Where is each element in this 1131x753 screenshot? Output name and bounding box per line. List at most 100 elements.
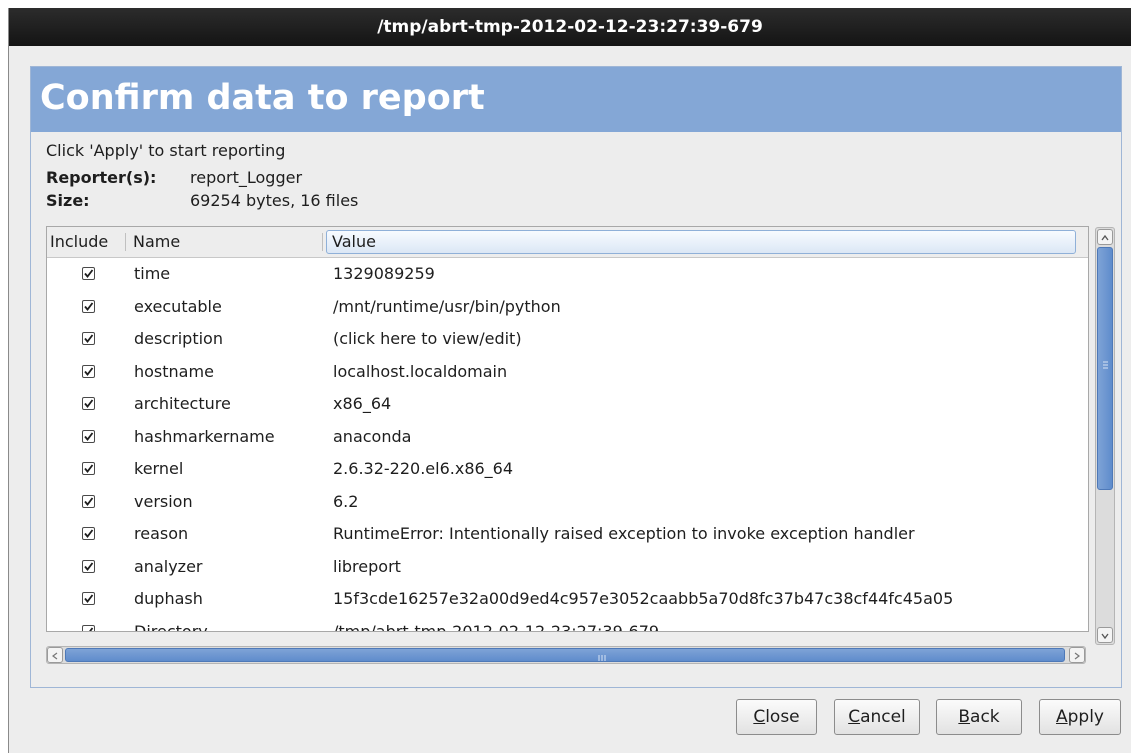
cancel-label: ancel xyxy=(860,707,906,727)
horizontal-scrollbar[interactable] xyxy=(46,646,1086,664)
data-table: Include Name Value time 1329089259 executa… xyxy=(46,226,1089,632)
cell-name: kernel xyxy=(134,459,184,478)
cell-name: architecture xyxy=(134,394,231,413)
table-row[interactable]: duphash 15f3cde16257e32a00d9ed4c957e3052c… xyxy=(47,583,1088,615)
back-button[interactable]: Back xyxy=(936,699,1022,735)
cell-name: time xyxy=(134,264,171,283)
checkmark-icon xyxy=(84,334,94,343)
cell-value[interactable]: 1329089259 xyxy=(333,258,435,290)
cell-value[interactable]: anaconda xyxy=(333,421,411,453)
content-frame: Confirm data to report Click 'Apply' to … xyxy=(30,66,1122,688)
table-row[interactable]: hostname localhost.localdomain xyxy=(47,356,1088,388)
scroll-right-button[interactable] xyxy=(1069,647,1085,663)
include-checkbox[interactable] xyxy=(82,625,95,631)
cell-value[interactable]: 2.6.32-220.el6.x86_64 xyxy=(333,453,513,485)
include-checkbox[interactable] xyxy=(82,560,95,573)
cell-value[interactable]: /tmp/abrt-tmp-2012-02-12-23:27:39-679 xyxy=(333,616,659,631)
cell-name: analyzer xyxy=(134,557,203,576)
include-checkbox[interactable] xyxy=(82,300,95,313)
close-button[interactable]: Close xyxy=(736,699,817,735)
checkmark-icon xyxy=(84,432,94,441)
close-mnemonic: C xyxy=(753,707,766,727)
cell-value[interactable]: (click here to view/edit) xyxy=(333,323,522,355)
cancel-button[interactable]: Cancel xyxy=(834,699,920,735)
include-checkbox[interactable] xyxy=(82,592,95,605)
column-divider xyxy=(322,233,323,251)
cell-name: hashmarkername xyxy=(134,427,275,446)
column-header-name[interactable]: Name xyxy=(133,227,180,257)
checkmark-icon xyxy=(84,269,94,278)
include-checkbox[interactable] xyxy=(82,527,95,540)
checkmark-icon xyxy=(84,497,94,506)
horizontal-scroll-thumb[interactable] xyxy=(65,648,1065,662)
close-label: lose xyxy=(765,707,800,727)
scroll-up-button[interactable] xyxy=(1097,229,1113,245)
cell-name: Directory xyxy=(134,622,208,632)
page-title: Confirm data to report xyxy=(31,67,1121,132)
size-label: Size: xyxy=(46,191,90,210)
dialog-window: /tmp/abrt-tmp-2012-02-12-23:27:39-679 Co… xyxy=(8,8,1131,753)
cell-name: hostname xyxy=(134,362,214,381)
chevron-down-icon xyxy=(1101,633,1109,640)
table-header: Include Name Value xyxy=(47,227,1088,258)
column-header-value[interactable]: Value xyxy=(326,230,1076,254)
instruction-text: Click 'Apply' to start reporting xyxy=(46,141,286,160)
cell-name: executable xyxy=(134,297,222,316)
vertical-scroll-thumb[interactable] xyxy=(1097,247,1113,490)
reporters-value: report_Logger xyxy=(190,168,303,187)
cell-value[interactable]: /mnt/runtime/usr/bin/python xyxy=(333,291,561,323)
include-checkbox[interactable] xyxy=(82,495,95,508)
window-title: /tmp/abrt-tmp-2012-02-12-23:27:39-679 xyxy=(377,17,763,37)
vertical-scrollbar[interactable] xyxy=(1095,227,1115,645)
table-row[interactable]: time 1329089259 xyxy=(47,258,1088,290)
chevron-left-icon xyxy=(52,652,58,660)
cell-name: description xyxy=(134,329,223,348)
table-row[interactable]: description (click here to view/edit) xyxy=(47,323,1088,355)
checkmark-icon xyxy=(85,627,94,631)
cell-value[interactable]: 15f3cde16257e32a00d9ed4c957e3052caabb5a7… xyxy=(333,583,953,615)
grip-icon xyxy=(598,655,606,661)
include-checkbox[interactable] xyxy=(82,332,95,345)
table-row[interactable]: kernel 2.6.32-220.el6.x86_64 xyxy=(47,453,1088,485)
cell-name: version xyxy=(134,492,193,511)
scroll-down-button[interactable] xyxy=(1097,627,1113,643)
table-row[interactable]: version 6.2 xyxy=(47,486,1088,518)
cell-value[interactable]: localhost.localdomain xyxy=(333,356,507,388)
apply-button[interactable]: Apply xyxy=(1039,699,1121,735)
include-checkbox[interactable] xyxy=(82,462,95,475)
table-row[interactable]: Directory/tmp/abrt-tmp-2012-02-12-23:27:… xyxy=(47,616,1088,632)
checkmark-icon xyxy=(84,367,94,376)
size-value: 69254 bytes, 16 files xyxy=(190,191,359,210)
cell-value[interactable]: libreport xyxy=(333,551,401,583)
scroll-left-button[interactable] xyxy=(47,647,63,663)
table-row[interactable]: analyzer libreport xyxy=(47,551,1088,583)
window-titlebar[interactable]: /tmp/abrt-tmp-2012-02-12-23:27:39-679 xyxy=(9,8,1131,46)
checkmark-icon xyxy=(84,562,94,571)
include-checkbox[interactable] xyxy=(82,397,95,410)
table-row[interactable]: architecture x86_64 xyxy=(47,388,1088,420)
include-checkbox[interactable] xyxy=(82,365,95,378)
column-divider xyxy=(125,233,126,251)
apply-mnemonic: A xyxy=(1055,707,1068,727)
table-row[interactable]: reason RuntimeError: Intentionally raised… xyxy=(47,518,1088,550)
table-row[interactable]: executable/mnt/runtime/usr/bin/python xyxy=(47,291,1088,323)
table-row[interactable]: hashmarkername anaconda xyxy=(47,421,1088,453)
cell-value[interactable]: 6.2 xyxy=(333,486,358,518)
column-header-include[interactable]: Include xyxy=(50,227,108,257)
cell-value[interactable]: RuntimeError: Intentionally raised excep… xyxy=(333,518,915,550)
grip-icon xyxy=(1103,361,1108,369)
cell-name: duphash xyxy=(134,589,203,608)
chevron-right-icon xyxy=(1074,652,1080,660)
apply-label: pply xyxy=(1067,707,1104,727)
include-checkbox[interactable] xyxy=(82,430,95,443)
back-mnemonic: B xyxy=(958,707,971,727)
back-label: ack xyxy=(970,707,1000,727)
cancel-mnemonic: C xyxy=(848,707,861,727)
include-checkbox[interactable] xyxy=(82,267,95,280)
cell-name: reason xyxy=(134,524,189,543)
checkmark-icon xyxy=(84,302,94,311)
checkmark-icon xyxy=(84,529,94,538)
checkmark-icon xyxy=(84,464,94,473)
reporters-label: Reporter(s): xyxy=(46,168,157,187)
cell-value[interactable]: x86_64 xyxy=(333,388,391,420)
